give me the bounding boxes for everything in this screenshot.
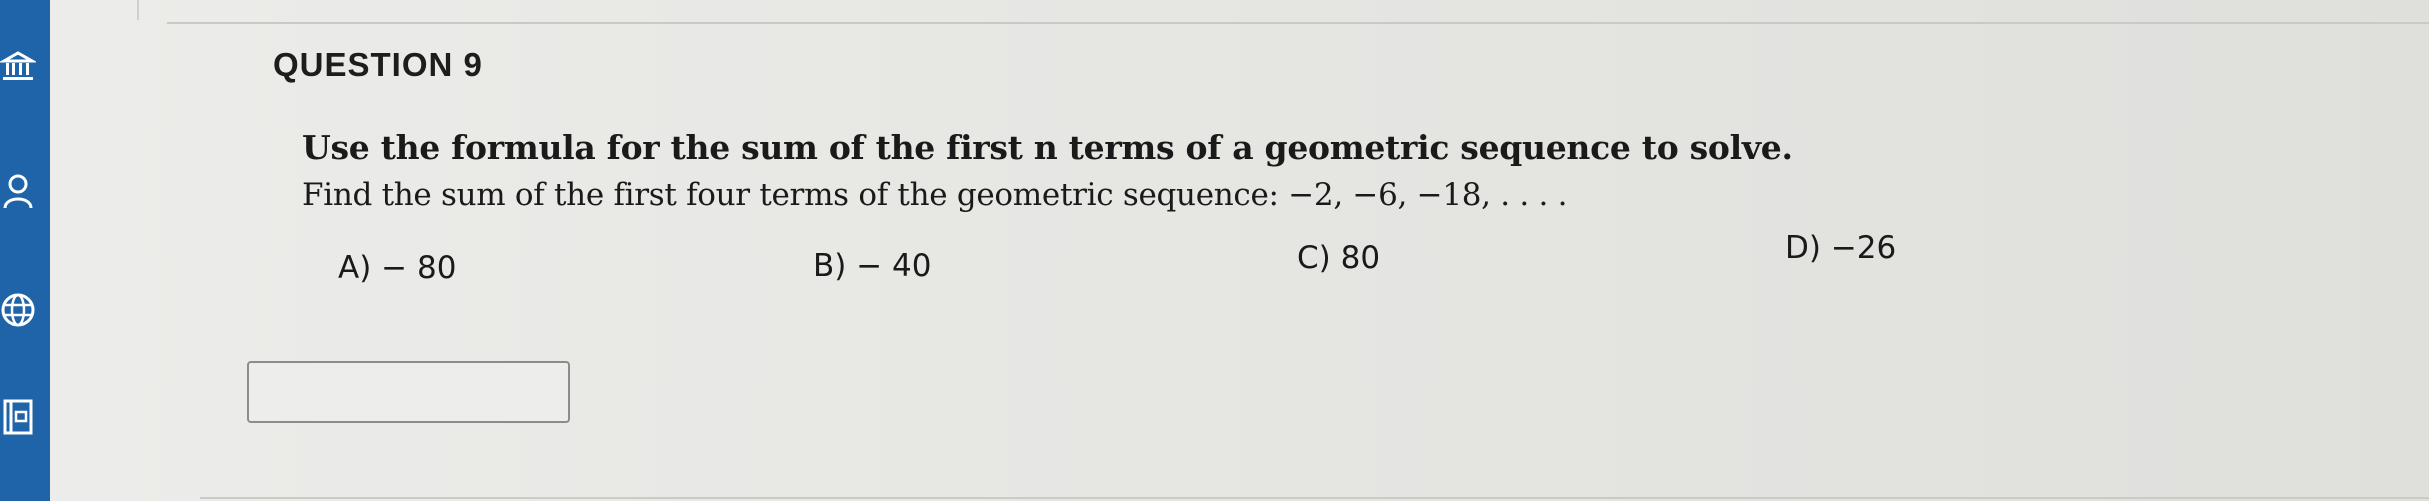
choice-d: D) −26 [1785, 230, 1897, 266]
question-prompt: Find the sum of the first four terms of … [302, 177, 1568, 213]
content-icon[interactable] [0, 393, 42, 441]
choice-c: C) 80 [1297, 240, 1381, 276]
institution-icon[interactable] [0, 43, 42, 91]
question-instruction: Use the formula for the sum of the first… [302, 128, 1793, 167]
account-icon[interactable] [0, 168, 42, 216]
question-title: QUESTION 9 [273, 46, 483, 83]
choice-a: A) − 80 [338, 250, 457, 286]
question-page: QUESTION 9 Use the formula for the sum o… [50, 0, 2429, 501]
divider [167, 22, 2429, 24]
divider [200, 497, 2429, 499]
nav-rail [0, 0, 50, 501]
answer-input[interactable] [247, 361, 570, 423]
globe-icon[interactable] [0, 286, 42, 334]
divider [137, 0, 139, 20]
choice-b: B) − 40 [813, 248, 932, 284]
question-text: Use the formula for the sum of the first… [302, 128, 1802, 213]
